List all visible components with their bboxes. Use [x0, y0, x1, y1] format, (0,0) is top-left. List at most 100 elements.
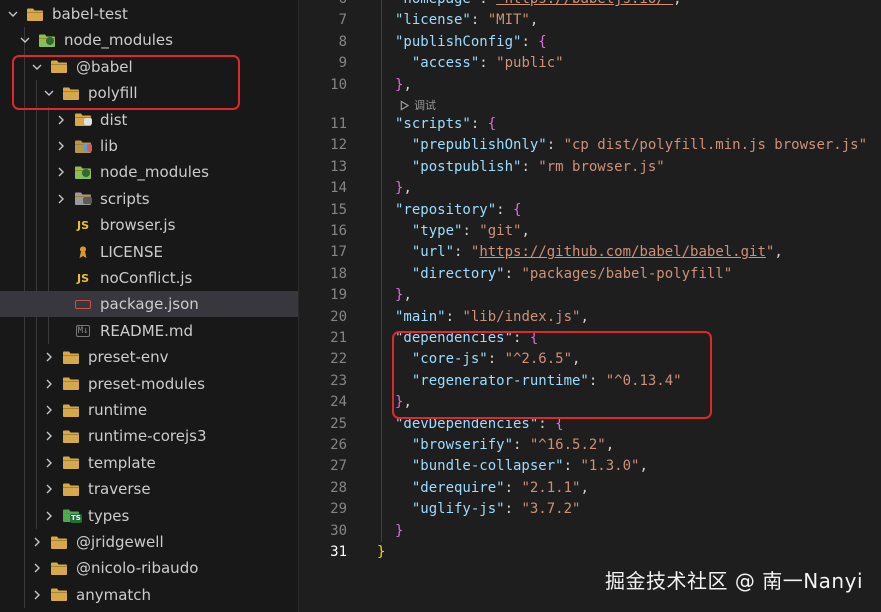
code-token: "1.3.0"	[580, 458, 640, 475]
line-number: 22	[330, 351, 347, 368]
code-line[interactable]: "publishConfig": {	[395, 34, 547, 50]
code-line[interactable]: "url": "https://github.com/babel/babel.g…	[395, 244, 783, 260]
code-token: "public"	[496, 55, 564, 72]
chevron-right-icon[interactable]	[42, 403, 56, 417]
code-line[interactable]: "uglify-js": "3.7.2"	[395, 501, 581, 518]
tree-file[interactable]: package.json	[0, 291, 298, 318]
code-line[interactable]: "license": "MIT",	[395, 12, 538, 28]
code-line[interactable]: "main": "lib/index.js",	[395, 309, 589, 325]
tree-folder[interactable]: runtime-corejs3	[0, 423, 298, 449]
tree-folder[interactable]: preset-env	[0, 344, 298, 370]
code-token: "access"	[395, 55, 480, 72]
chevron-right-icon[interactable]	[42, 377, 56, 391]
tree-folder[interactable]: scripts	[0, 186, 298, 212]
folder-icon	[62, 376, 80, 392]
tree-folder[interactable]: babel-test	[0, 1, 298, 27]
line-number: 20	[330, 308, 347, 325]
tree-folder[interactable]: template	[0, 450, 298, 476]
code-line[interactable]: }	[395, 523, 403, 539]
tree-folder[interactable]: node_modules	[0, 159, 298, 185]
line-number: 7	[338, 12, 347, 29]
chevron-right-icon[interactable]	[54, 139, 68, 153]
folder-icon	[62, 349, 80, 365]
code-line[interactable]: "prepublishOnly": "cp dist/polyfill.min.…	[395, 137, 867, 153]
code-token: :	[445, 308, 463, 325]
tree-folder[interactable]: preset-modules	[0, 371, 298, 397]
json-file-icon	[74, 296, 92, 312]
folder-icon	[62, 455, 80, 471]
line-number: 28	[330, 479, 347, 496]
code-line[interactable]: "access": "public"	[395, 55, 564, 71]
code-token: "type"	[395, 223, 463, 239]
code-token: "cp dist/polyfill.min.js browser.js"	[563, 137, 868, 154]
code-token: "postpublish"	[395, 158, 522, 175]
line-number: 31	[330, 544, 347, 560]
play-icon	[400, 99, 410, 111]
code-line[interactable]: },	[395, 180, 412, 196]
chevron-right-icon[interactable]	[54, 165, 68, 179]
chevron-right-icon[interactable]	[42, 482, 56, 496]
chevron-down-icon[interactable]	[6, 7, 20, 21]
code-editor[interactable]: 6 "homepage": "https://babeljs.io/", 7 "lic…	[299, 0, 881, 612]
tree-folder[interactable]: runtime	[0, 397, 298, 423]
tree-folder[interactable]: TS types	[0, 503, 298, 529]
debug-codelens[interactable]: 调试	[399, 97, 436, 113]
chevron-right-icon[interactable]	[30, 588, 44, 602]
tree-folder[interactable]: traverse	[0, 476, 298, 502]
tree-file[interactable]: JS noConflict.js	[0, 265, 298, 291]
chevron-right-icon[interactable]	[54, 113, 68, 127]
tree-item-label: lib	[100, 137, 118, 155]
tree-item-label: babel-test	[52, 5, 128, 23]
tree-folder[interactable]: lib	[0, 133, 298, 159]
folder-icon	[26, 6, 44, 22]
code-line[interactable]: "derequire": "2.1.1",	[395, 480, 589, 496]
line-number: 18	[330, 265, 347, 282]
code-token: :	[496, 201, 514, 218]
code-line[interactable]: "browserify": "^16.5.2",	[395, 437, 614, 453]
code-token: :	[546, 137, 564, 154]
chevron-down-icon[interactable]	[18, 33, 32, 47]
folder-icon	[50, 534, 68, 550]
code-token: :	[504, 479, 522, 496]
code-line[interactable]: "bundle-collapser": "1.3.0",	[395, 458, 648, 474]
code-line[interactable]: "directory": "packages/babel-polyfill"	[395, 266, 732, 282]
line-number: 23	[330, 372, 347, 389]
annotation-highlight-box	[392, 331, 712, 419]
tree-file[interactable]: M↓ README.md	[0, 318, 298, 344]
tree-item-label: node_modules	[64, 31, 173, 50]
tree-file[interactable]: LICENSE	[0, 239, 298, 265]
license-file-icon	[74, 244, 92, 260]
line-number: 8	[338, 33, 347, 50]
chevron-right-icon[interactable]	[54, 192, 68, 206]
code-line[interactable]: },	[395, 77, 412, 93]
code-line[interactable]: "type": "git",	[395, 223, 530, 239]
chevron-right-icon[interactable]	[30, 535, 44, 549]
chevron-right-icon[interactable]	[42, 429, 56, 443]
markdown-file-icon: M↓	[75, 324, 91, 337]
chevron-right-icon[interactable]	[42, 509, 56, 523]
code-token: ,	[673, 0, 681, 7]
tree-folder[interactable]: @jridgewell	[0, 529, 298, 555]
code-line[interactable]: },	[395, 287, 412, 303]
code-line[interactable]: }	[377, 544, 385, 560]
chevron-right-icon[interactable]	[30, 561, 44, 575]
code-token: "uglify-js"	[395, 501, 505, 518]
chevron-right-icon[interactable]	[42, 456, 56, 470]
tree-item-label: types	[88, 506, 130, 525]
code-line[interactable]: "repository": {	[395, 202, 521, 218]
chevron-right-icon[interactable]	[42, 350, 56, 364]
tree-folder[interactable]: anymatch	[0, 582, 298, 608]
code-token: :	[504, 501, 522, 518]
code-token: ,	[403, 287, 412, 304]
code-line[interactable]: "postpublish": "rm browser.js"	[395, 159, 665, 175]
code-line[interactable]: "homepage": "https://babeljs.io/",	[395, 0, 682, 7]
tree-folder[interactable]: @nicolo-ribaudo	[0, 555, 298, 581]
code-line[interactable]: "scripts": {	[395, 116, 496, 132]
tree-folder[interactable]: dist	[0, 107, 298, 133]
tree-file[interactable]: JS browser.js	[0, 212, 298, 238]
code-token: "3.7.2"	[521, 501, 581, 518]
tree-folder[interactable]: node_modules	[0, 27, 298, 53]
